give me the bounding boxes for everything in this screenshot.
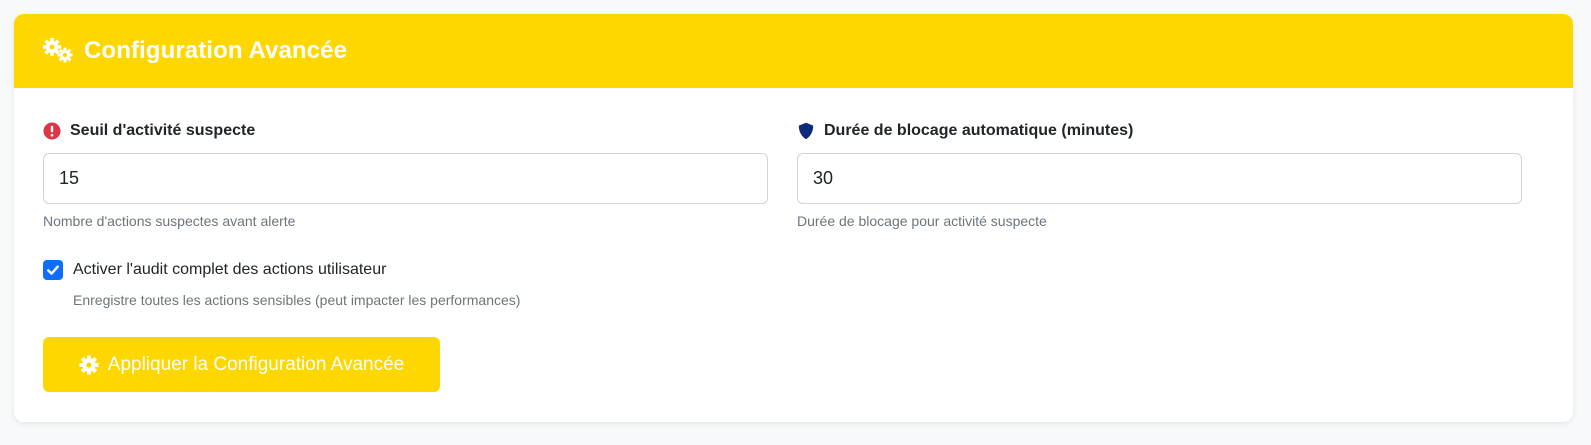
card-title: Configuration Avancée (84, 37, 348, 64)
advanced-config-card: Configuration Avancée Seuil d'activité s… (14, 14, 1573, 422)
apply-config-button-label: Appliquer la Configuration Avancée (107, 353, 405, 375)
audit-checkbox[interactable] (43, 260, 63, 280)
suspicious-threshold-label-text: Seuil d'activité suspecte (70, 122, 256, 139)
suspicious-threshold-help: Nombre d'actions suspectes avant alerte (43, 213, 296, 229)
suspicious-threshold-label: Seuil d'activité suspecte (43, 120, 768, 142)
shield-icon (797, 122, 815, 140)
audit-checkbox-row[interactable]: Activer l'audit complet des actions util… (43, 260, 386, 280)
cogs-icon (42, 38, 74, 64)
block-duration-label: Durée de blocage automatique (minutes) (797, 120, 1522, 142)
block-duration-group: Durée de blocage automatique (minutes) D… (797, 120, 1522, 229)
suspicious-threshold-input[interactable] (43, 153, 768, 204)
suspicious-threshold-group: Seuil d'activité suspecte Nombre d'actio… (43, 120, 768, 229)
audit-help: Enregistre toutes les actions sensibles … (73, 292, 521, 308)
card-header: Configuration Avancée (14, 14, 1573, 88)
exclamation-circle-icon (43, 122, 61, 140)
cog-icon (79, 355, 99, 375)
apply-config-button[interactable]: Appliquer la Configuration Avancée (43, 337, 440, 392)
block-duration-help: Durée de blocage pour activité suspecte (797, 213, 1047, 229)
audit-checkbox-label[interactable]: Activer l'audit complet des actions util… (73, 261, 386, 279)
block-duration-input[interactable] (797, 153, 1522, 204)
block-duration-label-text: Durée de blocage automatique (minutes) (824, 122, 1134, 139)
checkmark-icon (47, 265, 59, 275)
